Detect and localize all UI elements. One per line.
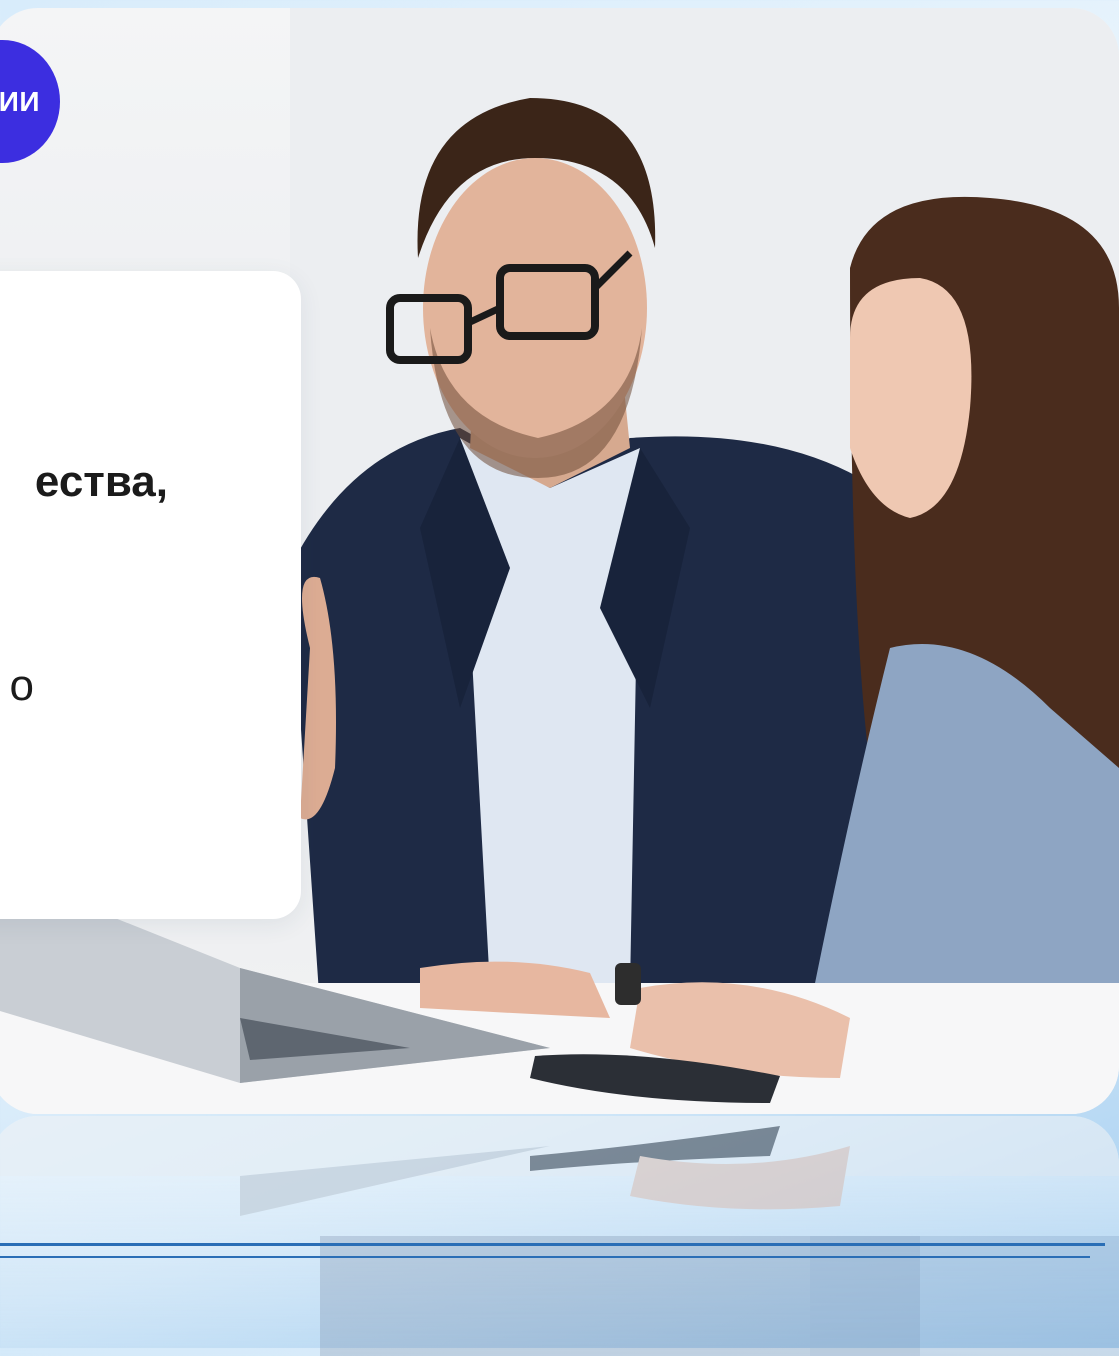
divider-line-top: [0, 1243, 1105, 1246]
ai-badge-label: ИИ: [0, 85, 40, 117]
card-text-line-2: о: [9, 661, 34, 710]
card-text-line-1: ества,: [34, 457, 168, 506]
photo-reflection: [0, 1116, 1119, 1356]
text-card: ества, о ı: [0, 271, 301, 919]
divider-line-bottom: [0, 1256, 1090, 1258]
reflection-illustration: [0, 1116, 1119, 1356]
